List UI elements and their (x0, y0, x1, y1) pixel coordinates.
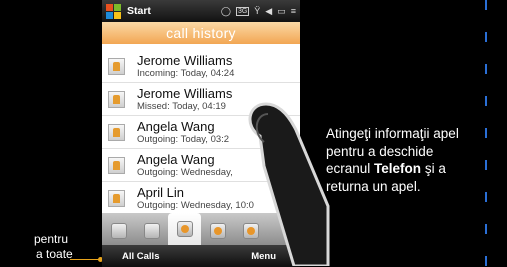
phone-icon (176, 221, 193, 237)
call-row[interactable]: Angela Wang Outgoing: Wednesday, (102, 149, 300, 182)
call-row[interactable]: April Lin Outgoing: Wednesday, 10:0 (102, 182, 300, 215)
tab-people[interactable] (234, 217, 267, 245)
call-type-icon (108, 57, 125, 75)
battery-icon[interactable]: ▭ (277, 6, 286, 16)
windows-logo-icon[interactable] (106, 3, 121, 19)
tab-messages[interactable] (135, 217, 168, 245)
dashed-divider (485, 0, 487, 267)
call-type-icon (108, 90, 125, 108)
call-detail: Missed: Today, 04:19 (137, 100, 226, 112)
home-icon (110, 223, 127, 239)
caller-name: Angela Wang (137, 151, 215, 167)
right-annotation-bold: Telefon (374, 161, 422, 176)
message-icon (143, 223, 160, 239)
all-calls-softkey[interactable]: All Calls (122, 251, 160, 262)
call-row[interactable]: Jerome Williams Incoming: Today, 04:24 (102, 50, 300, 83)
caller-name: Jerome Williams (137, 52, 233, 68)
caller-name: Jerome Williams (137, 85, 233, 101)
photo-icon (209, 223, 226, 239)
call-detail: Outgoing: Wednesday, (137, 166, 233, 178)
tab-home[interactable] (102, 217, 135, 245)
menu-softkey[interactable]: Menu (251, 251, 276, 262)
volume-icon[interactable]: ◀ (265, 6, 272, 16)
tab-bar (102, 213, 300, 245)
right-annotation: Atingeţi informaţii apel pentru a deschi… (326, 125, 466, 195)
phone-screen: Start ◯ 3G Ÿ ◀ ▭ ≡ call history Jerome W… (102, 0, 300, 267)
page-title: call history (166, 25, 236, 41)
tab-calls[interactable] (168, 213, 201, 245)
3g-icon: 3G (235, 6, 250, 16)
call-detail: Incoming: Today, 04:24 (137, 67, 235, 79)
call-row[interactable]: Angela Wang Outgoing: Today, 03:2 (102, 116, 300, 149)
menu-icon[interactable]: ≡ (291, 6, 296, 16)
left-annotation-line2: a toate (36, 247, 73, 261)
softkey-bar: All Calls Menu (102, 245, 300, 267)
call-type-icon (108, 156, 125, 174)
start-button[interactable]: Start (127, 5, 221, 17)
call-detail: Outgoing: Wednesday, 10:0 (137, 199, 254, 211)
left-annotation: pentru a toate (0, 232, 73, 262)
left-annotation-line1: pentru (34, 232, 69, 246)
caller-name: April Lin (137, 184, 184, 200)
signal-icon[interactable]: Ÿ (254, 6, 260, 16)
people-icon (242, 223, 259, 239)
call-type-icon (108, 123, 125, 141)
tab-photos[interactable] (201, 217, 234, 245)
call-type-icon (108, 189, 125, 207)
call-list: Jerome Williams Incoming: Today, 04:24 J… (102, 50, 300, 215)
chat-icon[interactable]: ◯ (221, 6, 231, 16)
call-row[interactable]: Jerome Williams Missed: Today, 04:19 (102, 83, 300, 116)
caller-name: Angela Wang (137, 118, 215, 134)
status-bar: Start ◯ 3G Ÿ ◀ ▭ ≡ (102, 0, 300, 22)
call-history-header: call history (102, 22, 300, 44)
call-detail: Outgoing: Today, 03:2 (137, 133, 230, 145)
